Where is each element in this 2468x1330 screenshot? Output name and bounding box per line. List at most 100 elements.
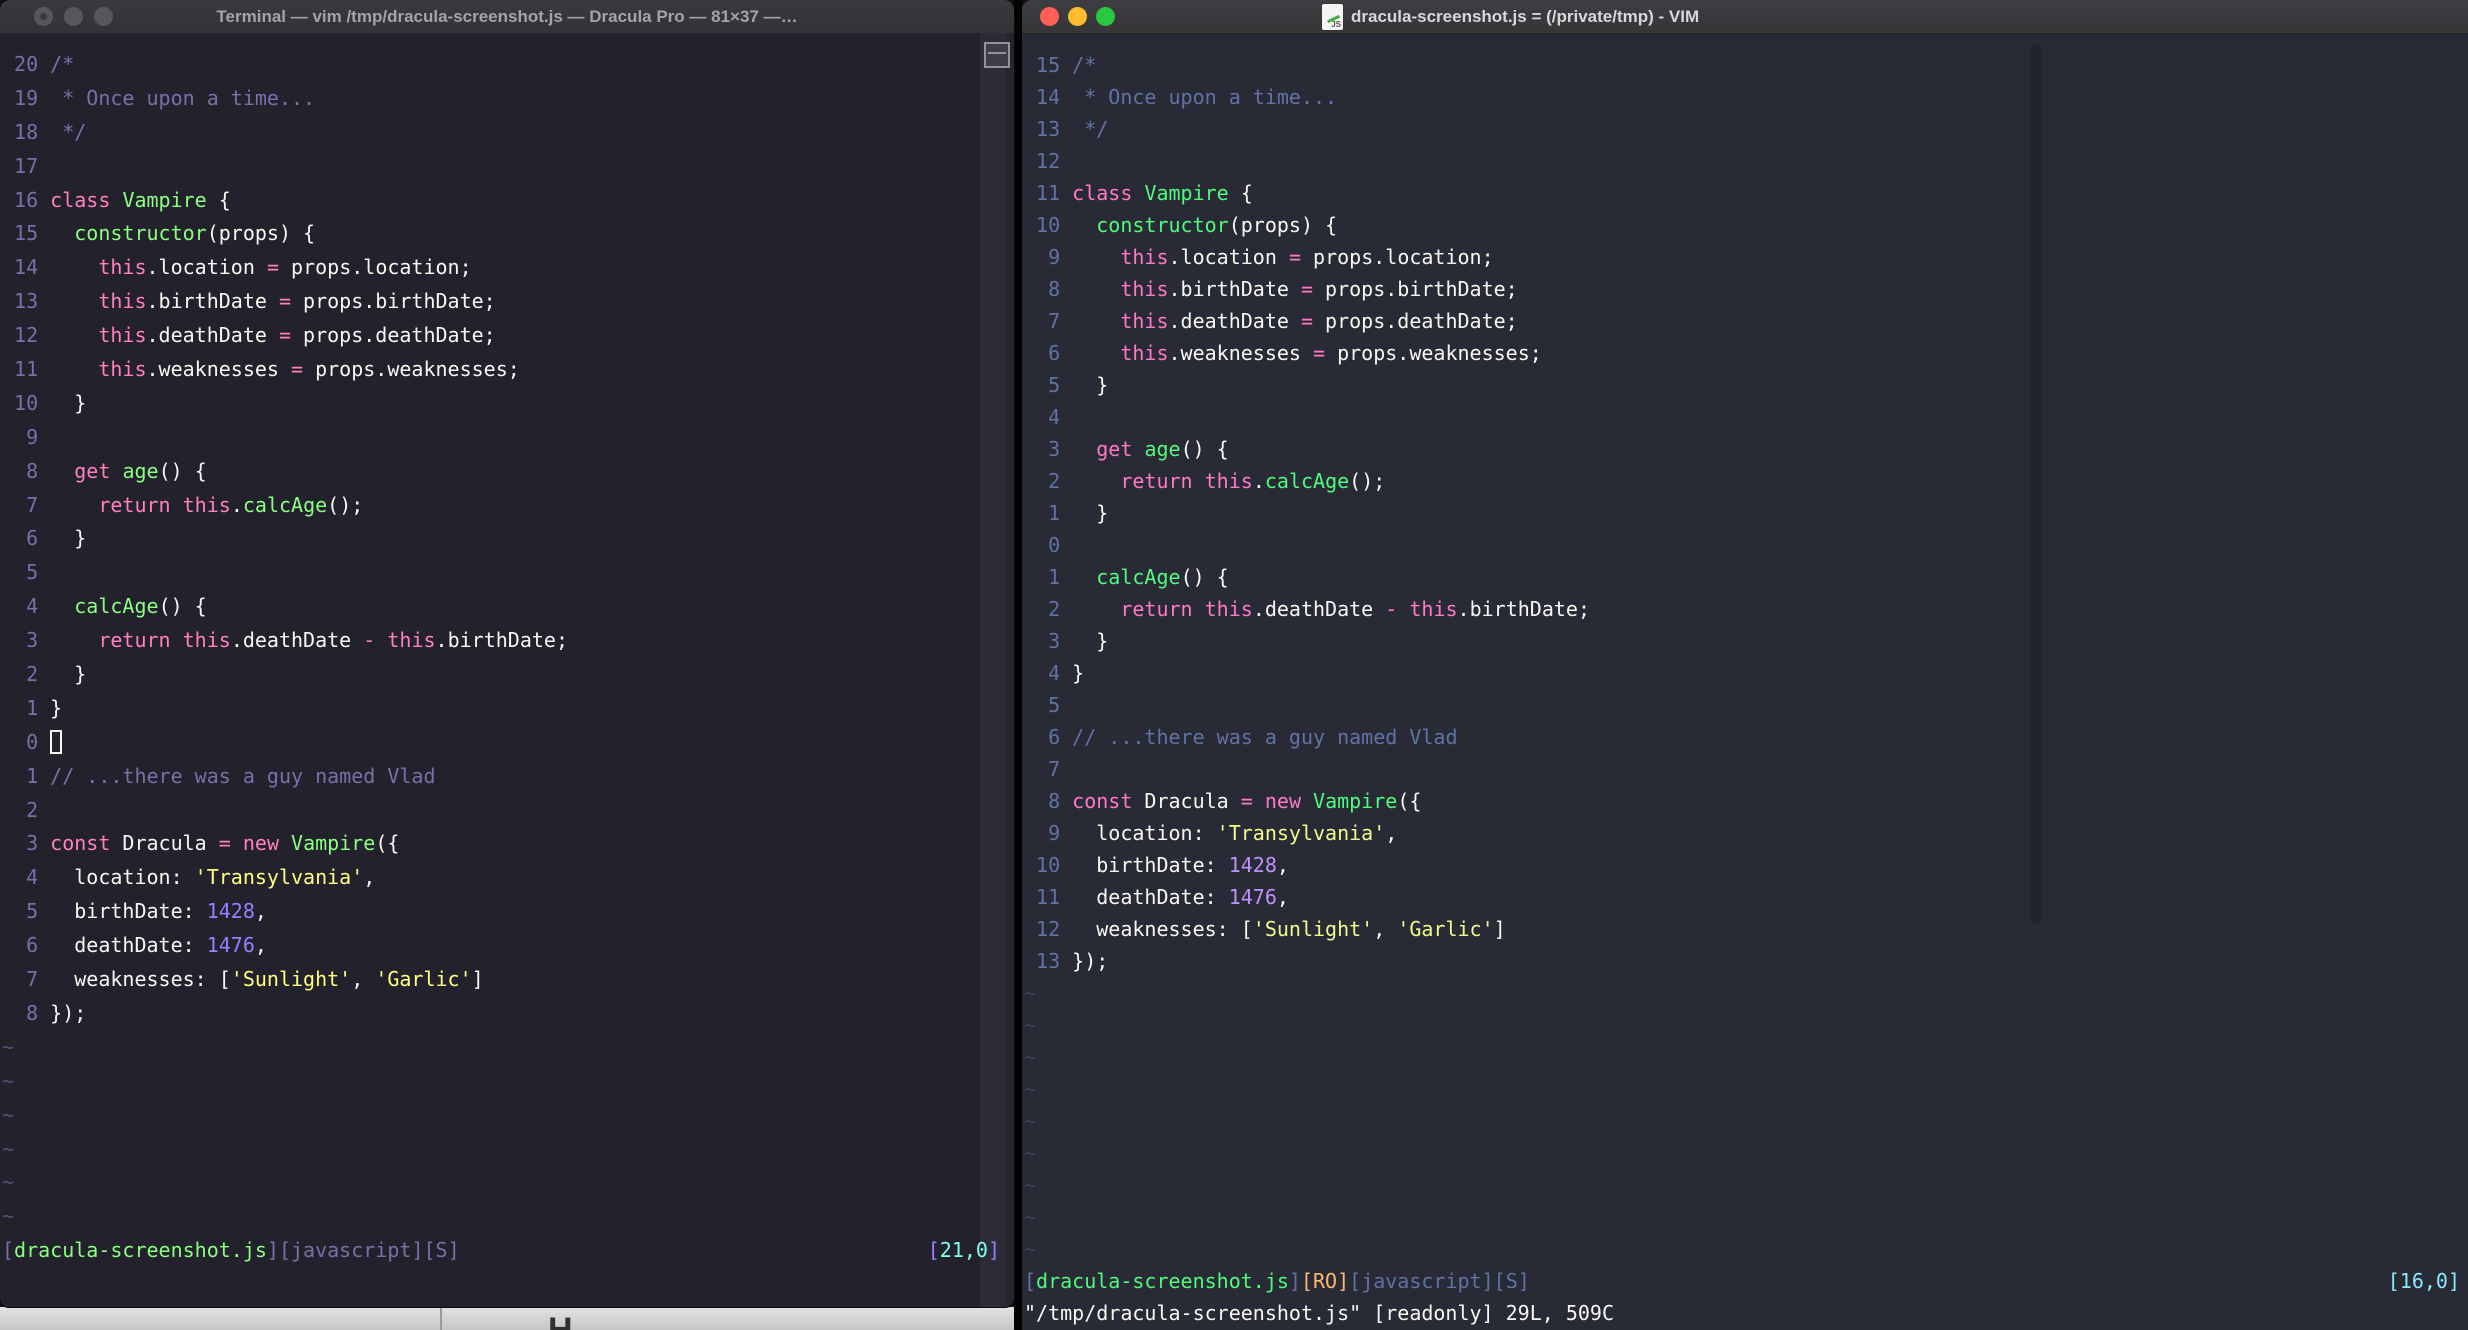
code-line: 11 class Vampire { (1024, 181, 1253, 205)
line-number: 7 (1024, 757, 1073, 781)
code-line: 2 } (2, 662, 87, 687)
code-line: 3 get age() { (1024, 437, 1229, 461)
empty-line-tilde: ~ (1024, 1173, 1037, 1197)
line-number: 9 (1024, 245, 1073, 269)
line-number: 14 (1024, 85, 1073, 109)
window-zoom-icon[interactable] (94, 7, 113, 26)
window-zoom-icon[interactable] (1096, 7, 1115, 26)
code-line: 4 calcAge() { (2, 594, 207, 619)
code-line: 7 (1024, 753, 2468, 785)
vim-statusline: [dracula-screenshot.js][javascript][S] [2… (2, 1234, 1014, 1268)
line-number: 7 (2, 492, 51, 517)
vim-buffer-left[interactable]: 20 /* 19 * Once upon a time... 18 */ 1 7 … (0, 33, 1014, 1307)
line-number: 1 (2, 695, 51, 720)
line-number: 9 (1024, 821, 1073, 845)
background-divider (440, 1307, 442, 1330)
line-number: 11 (1024, 885, 1073, 909)
code-line: 8 const Dracula = new Vampire({ (1024, 789, 1422, 813)
code-line: 11 this.weaknesses = props.weaknesses; (2, 357, 520, 382)
window-close-icon[interactable] (1040, 7, 1059, 26)
macvim-titlebar[interactable]: JS dracula-screenshot.js = (/private/tmp… (1022, 0, 2468, 34)
window-gap (1014, 0, 1022, 1330)
code-line: 13 */ (1024, 117, 1109, 141)
line-number: 4 (1024, 661, 1073, 685)
line-number: 18 (2, 119, 51, 144)
line-number: 0 (1024, 533, 1073, 557)
code-line: 3 return this.deathDate - this.birthDate… (2, 628, 568, 653)
vim-ruler: [21,0] (927, 1238, 1000, 1263)
window-close-icon[interactable] (34, 7, 53, 26)
empty-line-tilde: ~ (1024, 1109, 1037, 1133)
line-number: 8 (1024, 277, 1073, 301)
code-line: 4 } (1024, 661, 1085, 685)
code-line: 12 (1024, 145, 2468, 177)
code-line: 13 }); (1024, 949, 1109, 973)
terminal-titlebar[interactable]: Terminal — vim /tmp/dracula-screenshot.j… (0, 0, 1014, 34)
line-number: 6 (2, 526, 51, 551)
line-number: 6 (1024, 725, 1073, 749)
code-line: 1 } (2, 695, 63, 720)
code-line: 3 const Dracula = new Vampire({ (2, 831, 400, 856)
code-line: 18 */ (2, 119, 87, 144)
empty-line-tilde: ~ (2, 1204, 15, 1229)
line-number: 12 (1024, 917, 1073, 941)
line-number: 4 (2, 594, 51, 619)
code-line: 12 weaknesses: ['Sunlight', 'Garlic'] (1024, 917, 1506, 941)
line-number: 6 (2, 933, 51, 958)
code-line: 0 (2, 726, 1014, 760)
code-line: 6 deathDate: 1476, (2, 933, 267, 958)
empty-line-tilde: ~ (2, 1068, 15, 1093)
line-number: 1 (1024, 501, 1073, 525)
empty-line-tilde: ~ (1024, 1045, 1037, 1069)
code-line: 8 this.birthDate = props.birthDate; (1024, 277, 1518, 301)
empty-line-tilde: ~ (1024, 1237, 1037, 1261)
background-partial-text: H (548, 1311, 573, 1330)
line-number: 11 (1024, 181, 1073, 205)
line-number: 2 (1024, 597, 1073, 621)
vim-buffer-right[interactable]: 15 /* 14 * Once upon a time... 13 */ 12 … (1022, 33, 2468, 1330)
code-line: 5 (1024, 689, 2468, 721)
line-number: 19 (2, 85, 51, 110)
code-line: 5 } (1024, 373, 1109, 397)
code-line: 5 (2, 556, 1014, 590)
code-line: 17 (2, 150, 1014, 184)
line-number: 12 (1024, 149, 1073, 173)
line-number: 3 (1024, 629, 1073, 653)
line-number: 8 (2, 1000, 51, 1025)
code-line: 5 birthDate: 1428, (2, 899, 267, 924)
code-line: 2 return this.deathDate - this.birthDate… (1024, 597, 1590, 621)
line-number: 15 (2, 221, 51, 246)
code-line: 7 weaknesses: ['Sunlight', 'Garlic'] (2, 967, 484, 992)
line-number: 12 (2, 323, 51, 348)
line-number: 2 (2, 797, 51, 822)
empty-line-tilde: ~ (2, 1170, 15, 1195)
empty-line-tilde: ~ (1024, 1141, 1037, 1165)
line-number: 6 (1024, 341, 1073, 365)
line-number: 3 (2, 831, 51, 856)
code-line: 4 (1024, 401, 2468, 433)
code-line: 13 this.birthDate = props.birthDate; (2, 289, 496, 314)
line-number: 2 (1024, 469, 1073, 493)
window-minimize-icon[interactable] (64, 7, 83, 26)
line-number: 5 (2, 560, 51, 585)
code-line: 16 class Vampire { (2, 187, 231, 212)
vim-ruler: [16,0] (2387, 1269, 2460, 1293)
line-number: 10 (1024, 853, 1073, 877)
empty-line-tilde: ~ (1024, 1077, 1037, 1101)
vim-command-line: "/tmp/dracula-screenshot.js" [readonly] … (1024, 1301, 1615, 1325)
window-minimize-icon[interactable] (1068, 7, 1087, 26)
code-line: 9 (2, 421, 1014, 455)
vim-cursor (50, 729, 63, 754)
code-line: 14 * Once upon a time... (1024, 85, 1338, 109)
macvim-window: JS dracula-screenshot.js = (/private/tmp… (1022, 0, 2468, 1330)
vim-command-line (2, 1268, 1014, 1302)
empty-line-tilde: ~ (1024, 981, 1037, 1005)
line-number: 11 (2, 357, 51, 382)
line-number: 4 (2, 865, 51, 890)
line-number: 13 (2, 289, 51, 314)
code-line: 0 (1024, 529, 2468, 561)
macvim-window-title: dracula-screenshot.js = (/private/tmp) -… (1351, 6, 1700, 26)
line-number: 20 (2, 52, 51, 76)
code-line: 10 constructor(props) { (1024, 213, 1338, 237)
code-line: 6 // ...there was a guy named Vlad (1024, 725, 1458, 749)
